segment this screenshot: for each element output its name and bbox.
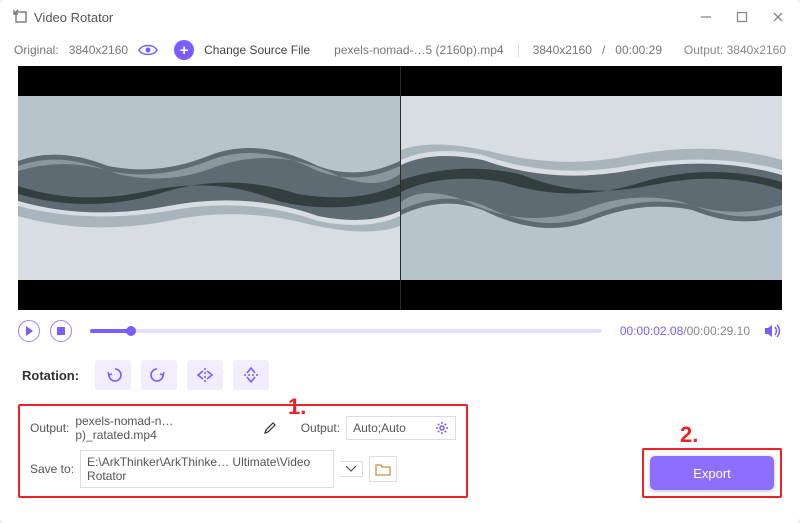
current-time: 00:00:02.08 — [620, 324, 683, 338]
save-to-path-field[interactable]: E:\ArkThinker\ArkThinke… Ultimate\Video … — [80, 450, 334, 488]
output-format-label: Output: — [301, 421, 340, 435]
annotation-marker-1: 1. — [288, 394, 306, 420]
flip-horizontal-button[interactable] — [187, 360, 223, 390]
output-filename: pexels-nomad-n…p)_ratated.mp4 — [75, 414, 254, 442]
change-source-label[interactable]: Change Source File — [204, 43, 310, 57]
export-button[interactable]: Export — [650, 456, 774, 490]
annotation-marker-2: 2. — [680, 422, 698, 448]
rotation-row: Rotation: — [0, 346, 800, 400]
export-highlight: Export — [642, 448, 782, 498]
save-to-label: Save to: — [30, 462, 74, 476]
close-button[interactable] — [768, 7, 788, 27]
gear-icon[interactable] — [435, 421, 449, 435]
infobar: Original: 3840x2160 + Change Source File… — [0, 34, 800, 66]
seek-bar[interactable] — [90, 329, 602, 333]
stop-button[interactable] — [50, 320, 72, 342]
flip-vertical-button[interactable] — [233, 360, 269, 390]
minimize-button[interactable] — [696, 7, 716, 27]
original-label: Original: — [14, 43, 59, 57]
playback-controls: 00:00:02.08/00:00:29.10 — [0, 310, 800, 346]
rotate-left-button[interactable] — [95, 360, 131, 390]
preview-original — [18, 66, 400, 310]
rotation-label: Rotation: — [22, 368, 79, 383]
output-file-label: Output: — [30, 421, 69, 435]
output-resolution: 3840x2160 — [727, 43, 786, 57]
file-duration: 00:00:29 — [615, 43, 662, 57]
volume-icon[interactable] — [764, 323, 782, 339]
total-time: 00:00:29.10 — [687, 324, 750, 338]
preview-area — [18, 66, 782, 310]
output-settings-block: Output: pexels-nomad-n…p)_ratated.mp4 Ou… — [18, 404, 468, 498]
file-resolution: 3840x2160 — [533, 43, 592, 57]
rotate-right-button[interactable] — [141, 360, 177, 390]
add-source-button[interactable]: + — [174, 40, 194, 60]
app-icon — [12, 8, 28, 27]
current-filename: pexels-nomad-…5 (2160p).mp4 — [334, 43, 503, 57]
seek-thumb[interactable] — [126, 326, 136, 336]
preview-eye-icon[interactable] — [138, 43, 158, 57]
maximize-button[interactable] — [732, 7, 752, 27]
app-title: Video Rotator — [34, 10, 113, 25]
browse-folder-button[interactable] — [369, 456, 397, 482]
time-display: 00:00:02.08/00:00:29.10 — [620, 324, 750, 338]
preview-rotated — [400, 66, 782, 310]
save-path-dropdown[interactable] — [340, 461, 363, 477]
output-label: Output: — [684, 43, 723, 57]
edit-filename-icon[interactable] — [263, 421, 277, 435]
output-format-field[interactable]: Auto;Auto — [346, 416, 456, 440]
play-button[interactable] — [18, 320, 40, 342]
titlebar: Video Rotator — [0, 0, 800, 34]
original-resolution: 3840x2160 — [69, 43, 128, 57]
bottom-area: Output: pexels-nomad-n…p)_ratated.mp4 Ou… — [0, 400, 800, 512]
